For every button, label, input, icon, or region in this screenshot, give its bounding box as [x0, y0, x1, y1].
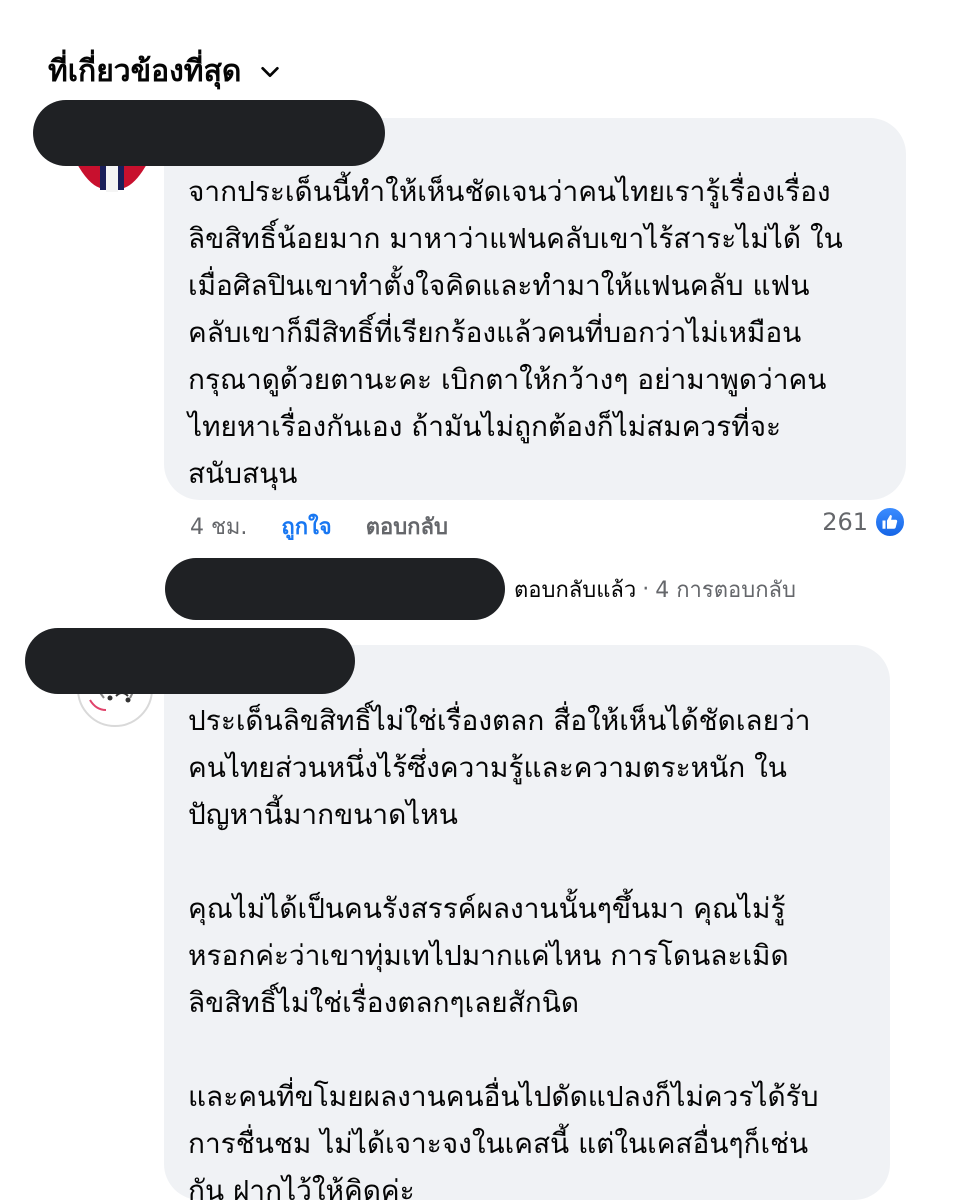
reaction-count: 261	[822, 508, 868, 536]
chevron-down-icon	[261, 66, 280, 77]
paragraph-break	[188, 838, 818, 885]
comment-line: ไทยหาเรื่องกันเอง ถ้ามันไม่ถูกต้องก็ไม่ส…	[188, 410, 782, 443]
comment-line: การชื่นชม ไม่ได้เจาะจงในเคสนี้ แต่ในเคสอ…	[188, 1127, 809, 1160]
comment-actions: 4 ชม. ถูกใจ ตอบกลับ	[190, 508, 448, 544]
comment-body: ประเด็นลิขสิทธิ์ไม่ใช่เรื่องตลก สื่อให้เ…	[188, 697, 818, 1200]
reply-count: 4 การตอบกลับ	[655, 578, 796, 603]
comment-line: สนับสนุน	[188, 457, 298, 490]
paragraph-break	[188, 1026, 818, 1073]
comment-line: ลิขสิทธิ์ไม่ใช่เรื่องตลกๆเลยสักนิด	[188, 986, 580, 1019]
view-replies-link[interactable]: ตอบกลับแล้ว · 4 การตอบกลับ	[514, 572, 796, 607]
comment-line: คลับเขาก็มีสิทธิ์ที่เรียกร้องแล้วคนที่บอ…	[188, 316, 802, 349]
comment-line: คนไทยส่วนหนึ่งไร้ซึ่งความรู้และความตระหน…	[188, 751, 787, 784]
thumbs-up-icon	[874, 506, 906, 538]
comment-line: จากประเด็นนี้ทำให้เห็นชัดเจนว่าคนไทยเราร…	[188, 175, 831, 208]
replied-label: ตอบกลับแล้ว	[514, 578, 637, 603]
redacted-replier-name	[165, 558, 505, 620]
sort-dropdown[interactable]: ที่เกี่ยวข้องที่สุด	[48, 48, 281, 95]
comment-line: ประเด็นลิขสิทธิ์ไม่ใช่เรื่องตลก สื่อให้เ…	[188, 704, 811, 737]
comment-body: จากประเด็นนี้ทำให้เห็นชัดเจนว่าคนไทยเราร…	[188, 168, 843, 497]
comment-line: ปัญหานี้มากขนาดไหน	[188, 798, 458, 831]
comments-page: ที่เกี่ยวข้องที่สุด จากประเด็นนี้ทำให้เห…	[0, 0, 964, 1200]
comment-line: หรอกค่ะว่าเขาทุ่มเทไปมากแค่ไหน การโดนละเ…	[188, 939, 789, 972]
like-button[interactable]: ถูกใจ	[281, 509, 331, 544]
comment-line: กัน ฝากไว้ให้คิดค่ะ	[188, 1174, 415, 1200]
separator-dot: ·	[642, 577, 650, 602]
comment-line: และคนที่ขโมยผลงานคนอื่นไปดัดแปลงก็ไม่ควร…	[188, 1080, 819, 1113]
comment-line: คุณไม่ได้เป็นคนรังสรรค์ผลงานนั้นๆขึ้นมา …	[188, 892, 786, 925]
sort-label: ที่เกี่ยวข้องที่สุด	[48, 54, 242, 89]
comment-line: กรุณาดูด้วยตานะคะ เบิกตาให้กว้างๆ อย่ามา…	[188, 363, 827, 396]
reply-button[interactable]: ตอบกลับ	[366, 509, 448, 544]
redacted-author-name	[33, 100, 385, 166]
redacted-author-name	[25, 628, 355, 694]
reaction-summary[interactable]: 261	[822, 506, 906, 538]
comment-line: ลิขสิทธิ์น้อยมาก มาหาว่าแฟนคลับเขาไร้สาร…	[188, 222, 843, 255]
comment-timestamp[interactable]: 4 ชม.	[190, 509, 247, 544]
comment-line: เมื่อศิลปินเขาทำตั้งใจคิดและทำมาให้แฟนคล…	[188, 269, 810, 302]
